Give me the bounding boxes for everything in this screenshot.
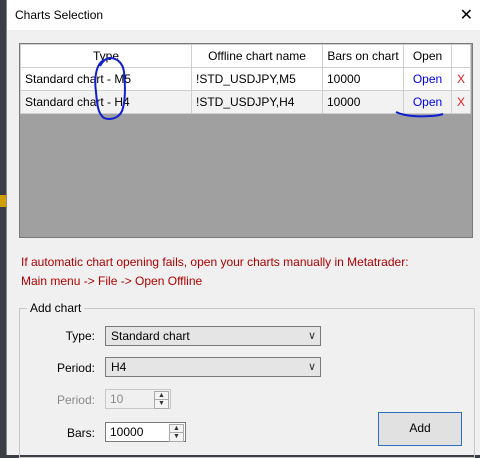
title-bar: Charts Selection ✕ xyxy=(7,0,480,30)
open-link[interactable]: Open xyxy=(403,90,452,114)
period2-label: Period: xyxy=(56,393,95,407)
cell-type: Standard chart - H4 xyxy=(20,90,192,114)
bars-input[interactable]: 10000 xyxy=(110,425,143,439)
type-label: Type: xyxy=(65,329,95,343)
window-title: Charts Selection xyxy=(15,8,104,22)
add-chart-group-label: Add chart xyxy=(27,301,85,315)
instruction-note: Main menu -> File -> Open Offline xyxy=(21,274,203,288)
period2-spinner: 10 ▲ ▼ xyxy=(105,389,171,409)
remove-icon[interactable]: X xyxy=(451,67,471,91)
remove-icon[interactable]: X xyxy=(451,90,471,114)
cell-name: !STD_USDJPY,M5 xyxy=(191,67,323,91)
open-link[interactable]: Open xyxy=(403,67,452,91)
bars-label: Bars: xyxy=(66,426,95,440)
cell-bars: 10000 xyxy=(322,90,404,114)
charts-grid: Type Offline chart name Bars on chart Op… xyxy=(19,43,473,238)
cell-type: Standard chart - M5 xyxy=(20,67,192,91)
period-label: Period: xyxy=(56,361,95,375)
add-button[interactable]: Add xyxy=(378,412,462,446)
col-header-open[interactable]: Open xyxy=(403,44,452,68)
col-header-type[interactable]: Type xyxy=(20,44,192,68)
col-header-remove xyxy=(451,44,471,68)
bars-spinner[interactable]: 10000 ▲ ▼ xyxy=(105,422,186,442)
type-select[interactable]: Standard chart ∨ xyxy=(105,326,321,346)
period2-value: 10 xyxy=(110,392,124,406)
arrow-down-icon: ▼ xyxy=(154,399,169,409)
warning-note: If automatic chart opening fails, open y… xyxy=(21,255,409,269)
table-row[interactable]: Standard chart - H4 !STD_USDJPY,H4 10000… xyxy=(20,90,471,114)
period-select[interactable]: H4 ∨ xyxy=(105,357,321,377)
charts-table: Type Offline chart name Bars on chart Op… xyxy=(20,44,471,114)
chevron-down-icon[interactable]: ∨ xyxy=(308,329,316,342)
arrow-down-icon[interactable]: ▼ xyxy=(169,432,184,442)
cell-bars: 10000 xyxy=(322,67,404,91)
table-row[interactable]: Standard chart - M5 !STD_USDJPY,M5 10000… xyxy=(20,67,471,91)
col-header-bars[interactable]: Bars on chart xyxy=(322,44,404,68)
close-icon[interactable]: ✕ xyxy=(460,5,473,25)
chevron-down-icon[interactable]: ∨ xyxy=(308,360,316,373)
cell-name: !STD_USDJPY,H4 xyxy=(191,90,323,114)
type-select-value: Standard chart xyxy=(111,329,190,343)
col-header-name[interactable]: Offline chart name xyxy=(191,44,323,68)
charts-selection-dialog: Charts Selection ✕ Type Offline chart na… xyxy=(6,0,480,458)
header-row: Type Offline chart name Bars on chart Op… xyxy=(20,44,471,68)
period-select-value: H4 xyxy=(111,360,127,374)
